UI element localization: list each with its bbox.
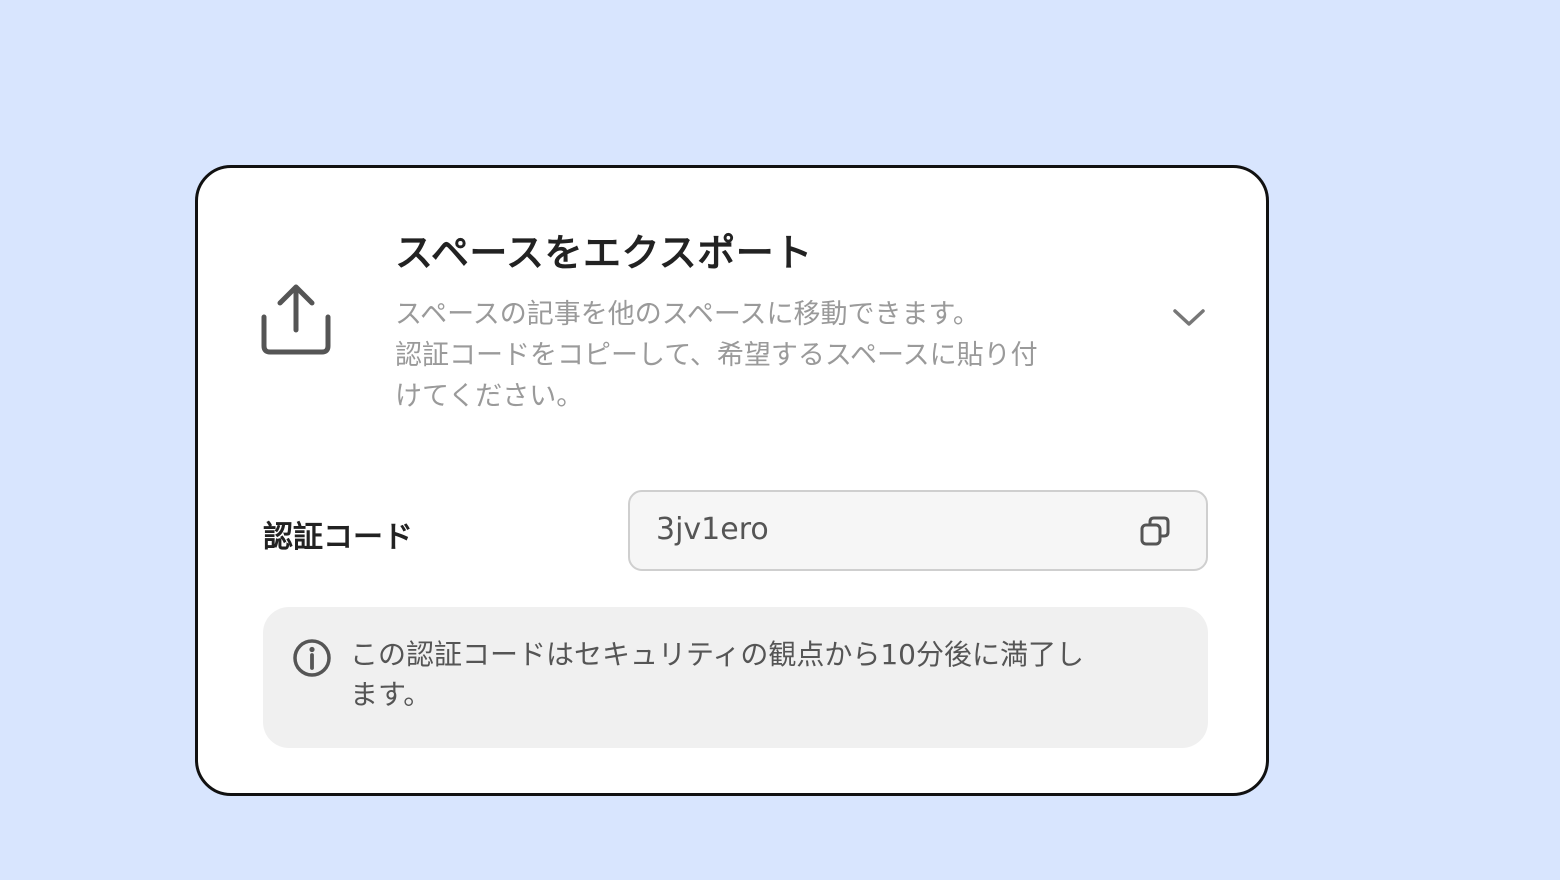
notice-line: この認証コードはセキュリティの観点から10分後に満了し	[350, 638, 1084, 671]
chevron-down-icon[interactable]	[1171, 304, 1207, 330]
panel-title: スペースをエクスポート	[395, 231, 813, 275]
description-line: けてください。	[395, 381, 584, 412]
auth-code-label: 認証コード	[263, 520, 413, 555]
upload-share-icon	[261, 284, 331, 355]
auth-code-value[interactable]: 3jv1ero	[656, 512, 769, 547]
notice-line: ます。	[350, 678, 432, 711]
description-line: スペースの記事を他のスペースに移動できます。	[395, 299, 980, 330]
copy-icon[interactable]	[1138, 514, 1172, 548]
description-line: 認証コードをコピーして、希望するスペースに貼り付	[395, 340, 1038, 371]
expiry-notice: この認証コードはセキュリティの観点から10分後に満了し ます。	[263, 607, 1208, 748]
info-icon	[293, 639, 331, 677]
auth-code-field[interactable]: 3jv1ero	[628, 490, 1208, 571]
export-space-card: スペースをエクスポート スペースの記事を他のスペースに移動できます。 認証コード…	[195, 165, 1269, 796]
notice-text: この認証コードはセキュリティの観点から10分後に満了し ます。	[350, 635, 1190, 715]
panel-description: スペースの記事を他のスペースに移動できます。 認証コードをコピーして、希望するス…	[395, 294, 1105, 417]
